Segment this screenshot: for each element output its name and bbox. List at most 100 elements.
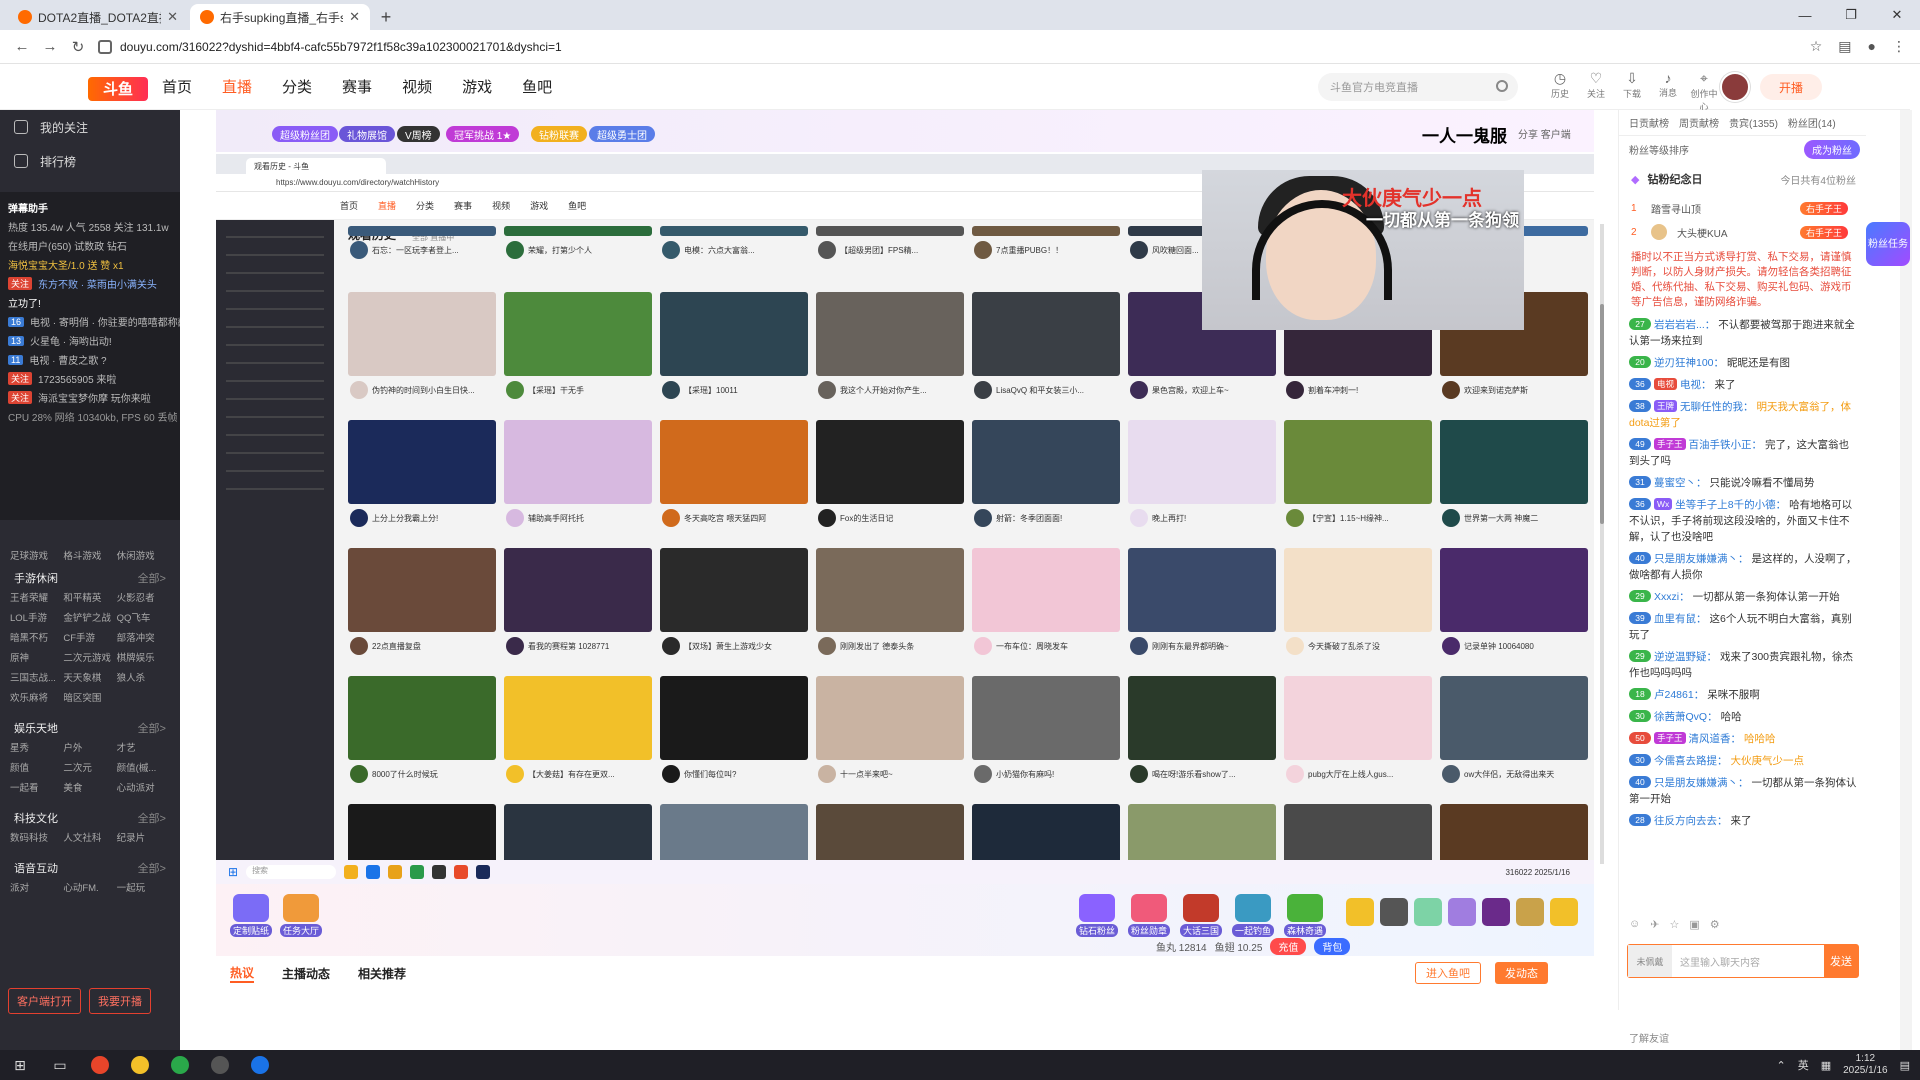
history-card[interactable]: 8000了什么时候玩 <box>348 676 496 788</box>
history-card[interactable]: 【双场】萧生上游戏少女 <box>660 548 808 660</box>
chat-username[interactable]: 血里有鼠： <box>1654 613 1707 625</box>
chat-username[interactable]: 百油手铁小正： <box>1689 439 1763 451</box>
tab-streamer-feed[interactable]: 主播动态 <box>282 965 330 982</box>
fan-task-badge[interactable]: 粉丝任务 <box>1866 222 1910 266</box>
category-link[interactable]: 才艺 <box>117 740 170 754</box>
category-more[interactable]: 全部> <box>138 810 166 826</box>
forward-icon[interactable]: → <box>36 38 64 55</box>
tab-vip[interactable]: 贵宾(1355) <box>1729 115 1778 130</box>
start-live-button[interactable]: 我要开播 <box>89 988 151 1014</box>
stream-thumbnail[interactable] <box>1128 548 1276 632</box>
room-chip[interactable]: V周榜 <box>397 126 440 142</box>
stream-thumbnail[interactable] <box>504 292 652 376</box>
bookmark-star-icon[interactable]: ☆ <box>1810 38 1823 55</box>
sidebar-item-follow[interactable]: 我的关注 <box>0 110 180 144</box>
chrome-icon[interactable] <box>80 1050 120 1080</box>
room-chip[interactable]: 钻粉联赛 <box>531 126 587 142</box>
history-card[interactable]: 世界第一大两 神魔二 <box>1440 420 1588 532</box>
history-card[interactable]: 十一点半来吧~ <box>816 676 964 788</box>
nav-video[interactable]: 视频 <box>402 76 432 97</box>
category-link[interactable]: 格斗游戏 <box>63 548 116 562</box>
room-chip[interactable]: 超级粉丝团 <box>272 126 338 142</box>
stream-thumbnail[interactable] <box>660 676 808 760</box>
stream-thumbnail[interactable] <box>504 226 652 236</box>
stream-thumbnail[interactable] <box>348 292 496 376</box>
share-client-links[interactable]: 分享 客户端 <box>1518 126 1571 141</box>
stream-thumbnail[interactable] <box>348 548 496 632</box>
category-link[interactable]: 纪录片 <box>117 830 170 844</box>
star-icon[interactable]: ☆ <box>1669 918 1679 931</box>
history-card[interactable]: 荣耀，打第少个人 <box>504 226 652 266</box>
category-link[interactable]: 狼人杀 <box>117 670 170 684</box>
gift-item[interactable]: 一起钓鱼 <box>1232 894 1274 937</box>
app-icon[interactable] <box>160 1050 200 1080</box>
app-icon[interactable] <box>120 1050 160 1080</box>
chat-username[interactable]: 蔓蜜空丶： <box>1654 477 1707 489</box>
category-more[interactable]: 全部> <box>138 720 166 736</box>
history-card[interactable]: 刚刚发出了 德泰头条 <box>816 548 964 660</box>
stream-thumbnail[interactable] <box>1284 676 1432 760</box>
chat-username[interactable]: 徐茜萧QvQ： <box>1654 711 1718 723</box>
history-card[interactable]: 辅助高手阿托托 <box>504 420 652 532</box>
fairy-icon[interactable] <box>1448 898 1476 926</box>
footer-left[interactable]: 了解友谊 <box>1629 1030 1669 1045</box>
category-title[interactable]: 语音互动 <box>14 860 58 876</box>
category-link[interactable]: QQ飞车 <box>117 610 170 624</box>
stream-thumbnail[interactable] <box>972 292 1120 376</box>
category-link[interactable]: 人文社科 <box>63 830 116 844</box>
chat-username[interactable]: Xxxzi： <box>1654 591 1690 603</box>
stream-thumbnail[interactable] <box>1440 676 1588 760</box>
category-link[interactable]: 星秀 <box>10 740 63 754</box>
chat-username[interactable]: 卢24861： <box>1654 689 1704 701</box>
history-card[interactable]: 石忘：一区玩李者登上... <box>348 226 496 266</box>
history-card[interactable]: 【采瑶】10011 <box>660 292 808 404</box>
url-field[interactable]: douyu.com/316022?dyshid=4bbf4-cafc55b797… <box>98 34 1810 60</box>
chat-username[interactable]: 坐等手子上8千的小德： <box>1675 499 1786 511</box>
category-link[interactable]: 火影忍者 <box>117 590 170 604</box>
close-tab-icon[interactable]: ✕ <box>349 9 360 25</box>
category-link[interactable]: 棋牌娱乐 <box>117 650 170 664</box>
stream-thumbnail[interactable] <box>816 226 964 236</box>
category-more[interactable]: 全部> <box>138 860 166 876</box>
stream-thumbnail[interactable] <box>816 676 964 760</box>
stream-thumbnail[interactable] <box>1284 548 1432 632</box>
browser-tab[interactable]: DOTA2直播_DOTA2直播解说... ✕ <box>8 4 188 30</box>
menu-icon[interactable]: ⋮ <box>1892 38 1906 55</box>
category-link[interactable]: LOL手游 <box>10 610 63 624</box>
chat-username[interactable]: 只是朋友嫌嫌满丶： <box>1654 553 1749 565</box>
task-view-icon[interactable]: ▭ <box>40 1050 80 1080</box>
gift-icon[interactable]: ▣ <box>1689 918 1699 931</box>
category-more[interactable]: 全部> <box>138 570 166 586</box>
history-card[interactable]: 【采瑶】干无手 <box>504 292 652 404</box>
chat-input[interactable]: 未佩戴 这里输入聊天内容 发送 <box>1627 944 1859 978</box>
category-link[interactable]: 派对 <box>10 880 63 894</box>
stream-thumbnail[interactable] <box>504 548 652 632</box>
stream-thumbnail[interactable] <box>348 226 496 236</box>
category-link[interactable]: 二次元 <box>63 760 116 774</box>
sidebar-item-rank[interactable]: 排行榜 <box>0 144 180 178</box>
profile-icon[interactable]: ● <box>1868 38 1876 55</box>
category-link[interactable]: 和平精英 <box>63 590 116 604</box>
category-link[interactable]: 户外 <box>63 740 116 754</box>
badge-select[interactable]: 未佩戴 <box>1628 945 1672 977</box>
history-card[interactable]: LisaQvQ 和平女装三小... <box>972 292 1120 404</box>
stream-thumbnail[interactable] <box>660 292 808 376</box>
chat-username[interactable]: 岩岩岩岩...： <box>1654 319 1715 331</box>
category-link[interactable]: 暗区突围 <box>63 690 116 704</box>
category-link[interactable]: 一起玩 <box>117 880 170 894</box>
bag-button[interactable]: 背包 <box>1314 938 1351 955</box>
gold-icon[interactable] <box>1550 898 1578 926</box>
enter-fishbar-button[interactable]: 进入鱼吧 <box>1415 962 1481 984</box>
category-link[interactable]: 暗黑不朽 <box>10 630 63 644</box>
tab-discussion[interactable]: 热议 <box>230 964 255 983</box>
stream-video[interactable]: 观看历史 - 斗鱼 https://www.douyu.com/director… <box>216 154 1604 911</box>
stream-thumbnail[interactable] <box>1284 420 1432 504</box>
stream-thumbnail[interactable] <box>972 548 1120 632</box>
recharge-button[interactable]: 充值 <box>1270 938 1307 955</box>
history-card[interactable]: 你懂们每位叫? <box>660 676 808 788</box>
stream-thumbnail[interactable] <box>660 420 808 504</box>
stream-thumbnail[interactable] <box>816 292 964 376</box>
category-link[interactable]: 美食 <box>63 780 116 794</box>
chat-username[interactable]: 只是朋友嫌嫌满丶： <box>1654 777 1749 789</box>
nav-live[interactable]: 直播 <box>222 76 252 97</box>
